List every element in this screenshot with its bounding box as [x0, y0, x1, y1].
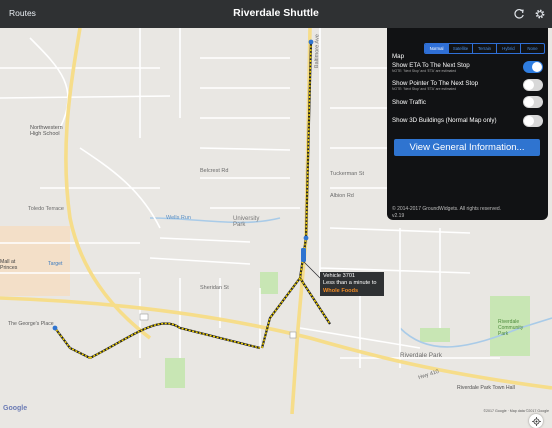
- map-type-none[interactable]: None: [520, 44, 544, 53]
- my-location-button[interactable]: [529, 414, 543, 428]
- toggle-knob: [524, 97, 534, 107]
- map-label-sheridan-st: Sheridan St: [200, 285, 229, 291]
- callout-vehicle: Vehicle 3701: [323, 273, 356, 279]
- toggle-traffic[interactable]: [523, 96, 543, 108]
- toggle-eta[interactable]: [523, 61, 543, 73]
- map-label-baltimore-ave-top: Baltimore Ave: [314, 34, 321, 69]
- setting-row-3d: Show 3D Buildings (Normal Map only): [392, 117, 543, 124]
- toggle-3d[interactable]: [523, 115, 543, 127]
- setting-note-eta: NOTE: 'Next Stop' and 'ETA' are estimate…: [392, 69, 457, 73]
- gear-icon[interactable]: [533, 7, 547, 21]
- map-type-hybrid[interactable]: Hybrid: [496, 44, 520, 53]
- map-type-terrain[interactable]: Terrain: [472, 44, 496, 53]
- callout-eta: Less than a minute to: [323, 280, 377, 287]
- toggle-knob: [524, 80, 534, 90]
- map-type-satellite[interactable]: Satellite: [448, 44, 472, 53]
- map-label-belcrest-rd: Belcrest Rd: [200, 168, 229, 174]
- map-type-label: Map: [392, 53, 405, 60]
- setting-label-traffic: Show Traffic: [392, 99, 426, 106]
- map-label-wells-run: Wells Run: [166, 215, 191, 221]
- general-info-button[interactable]: View General Information...: [394, 139, 540, 156]
- setting-row-eta: Show ETA To The Next Stop NOTE: 'Next St…: [392, 62, 543, 73]
- page-title: Riverdale Shuttle: [233, 7, 319, 19]
- toggle-pointer[interactable]: [523, 79, 543, 91]
- map-label-albion-rd: Albion Rd: [330, 193, 354, 199]
- vehicle-marker: [301, 248, 306, 262]
- toggle-knob: [524, 116, 534, 126]
- setting-row-pointer: Show Pointer To The Next Stop NOTE: 'Nex…: [392, 80, 543, 91]
- crosshair-icon: [531, 416, 541, 426]
- toggle-knob: [532, 62, 542, 72]
- google-logo: Google: [3, 405, 28, 412]
- stop-marker: [308, 39, 314, 45]
- setting-label-3d: Show 3D Buildings (Normal Map only): [392, 117, 497, 124]
- callout-destination: Whole Foods: [323, 287, 359, 294]
- map-label-university-park: University Park: [233, 216, 260, 228]
- map-attribution[interactable]: ©2017 Google · Map data ©2017 Google: [483, 409, 549, 413]
- copyright-text: © 2014-2017 GroundWidgets. All rights re…: [392, 206, 502, 212]
- vehicle-callout[interactable]: Vehicle 3701 Less than a minute to Whole…: [320, 272, 384, 296]
- settings-panel: Map Normal Satellite Terrain Hybrid None…: [387, 28, 548, 220]
- setting-label-pointer: Show Pointer To The Next Stop: [392, 80, 479, 87]
- setting-label-eta: Show ETA To The Next Stop: [392, 62, 470, 69]
- version-text: v2.19: [392, 213, 405, 219]
- poi-george-place[interactable]: The George's Place: [8, 321, 54, 327]
- refresh-icon[interactable]: [512, 7, 526, 21]
- stop-marker: [303, 235, 309, 241]
- map-label-northwestern: Northwestern High School: [30, 125, 63, 137]
- setting-note-pointer: NOTE: 'Next Stop' and 'ETA' are estimate…: [392, 87, 457, 91]
- poi-mall[interactable]: Mall at Princes: [0, 259, 17, 271]
- setting-row-traffic: Show Traffic: [392, 99, 543, 106]
- map-type-normal[interactable]: Normal: [425, 44, 448, 53]
- navigation-bar: Routes Riverdale Shuttle: [0, 0, 552, 28]
- map-type-segmented[interactable]: Normal Satellite Terrain Hybrid None: [424, 43, 545, 54]
- map-label-tuckerman-st: Tuckerman St: [330, 171, 365, 177]
- map-label-community-park: Riverdale Community Park: [498, 319, 524, 337]
- poi-riverdale-town-hall[interactable]: Riverdale Park Town Hall: [457, 385, 515, 391]
- poi-target[interactable]: Target: [48, 261, 62, 267]
- map-label-riverdale-park: Riverdale Park: [400, 352, 442, 359]
- map-label-toledo-terrace: Toledo Terrace: [28, 206, 64, 212]
